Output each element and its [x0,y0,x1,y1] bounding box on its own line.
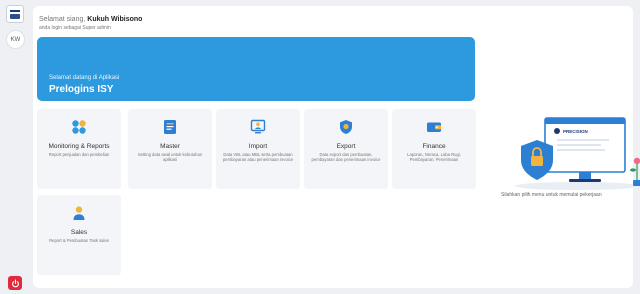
grid-icon [72,120,86,134]
banner-welcome: Selamat datang di Aplikasi [49,75,120,81]
menu-card-master[interactable]: Master Setting data awal untuk kebutuhan… [128,109,212,189]
menu-card-monitoring[interactable]: Monitoring & Reports Report penjualan da… [37,109,121,189]
illustration-brand: PRECISION [563,129,588,134]
card-title: Master [160,143,180,150]
logout-button[interactable] [8,276,22,290]
card-desc: Laporan, Neraca, Laba Rugi, Pembayaran, … [407,152,461,163]
document-icon [164,120,176,134]
app-logo[interactable] [6,5,24,23]
welcome-banner: Selamat datang di Aplikasi Prelogins ISY [37,37,475,101]
greeting-prefix: Selamat siang, [39,16,86,23]
user-name: Kukuh Wibisono [87,16,143,23]
hint-text: Silahkan pilih menu untuk memulai pekerj… [501,192,602,198]
menu-card-sales[interactable]: Sales Report & Pembuatan Task sales [37,195,121,275]
card-desc: Data export dan pembuatan, pembayaran da… [311,152,381,163]
shield-icon [340,120,352,134]
card-desc: Report penjualan dan pembelian [48,152,110,157]
monitor-user-icon [250,119,266,134]
card-title: Sales [70,229,88,236]
menu-card-finance[interactable]: Finance Laporan, Neraca, Laba Rugi, Pemb… [392,109,476,189]
menu-card-export[interactable]: Export Data export dan pembuatan, pembay… [304,109,388,189]
card-desc: Report & Pembuatan Task sales [49,238,109,243]
user-icon [73,206,85,220]
card-title: Import [248,143,268,150]
wallet-icon [427,122,441,132]
role-line: anda login sebagai Super admin [39,25,111,31]
menu-card-import[interactable]: Import Data VBL atau MBL serta pembuatan… [216,109,300,189]
power-icon [11,279,19,287]
card-desc: Data VBL atau MBL serta pembuatan pembay… [222,152,294,163]
card-title: Finance [422,143,446,150]
avatar[interactable]: KW [6,30,25,49]
security-illustration: PRECISION [515,117,640,190]
card-title: Export [336,143,356,150]
greeting: Selamat siang, Kukuh Wibisono [39,16,142,23]
sidebar: KW [0,0,30,294]
main-panel: Selamat siang, Kukuh Wibisono anda login… [33,6,640,288]
card-desc: Setting data awal untuk kebutuhan aplika… [137,152,203,163]
card-title: Monitoring & Reports [48,143,110,150]
banner-app-name: Prelogins ISY [49,84,114,95]
